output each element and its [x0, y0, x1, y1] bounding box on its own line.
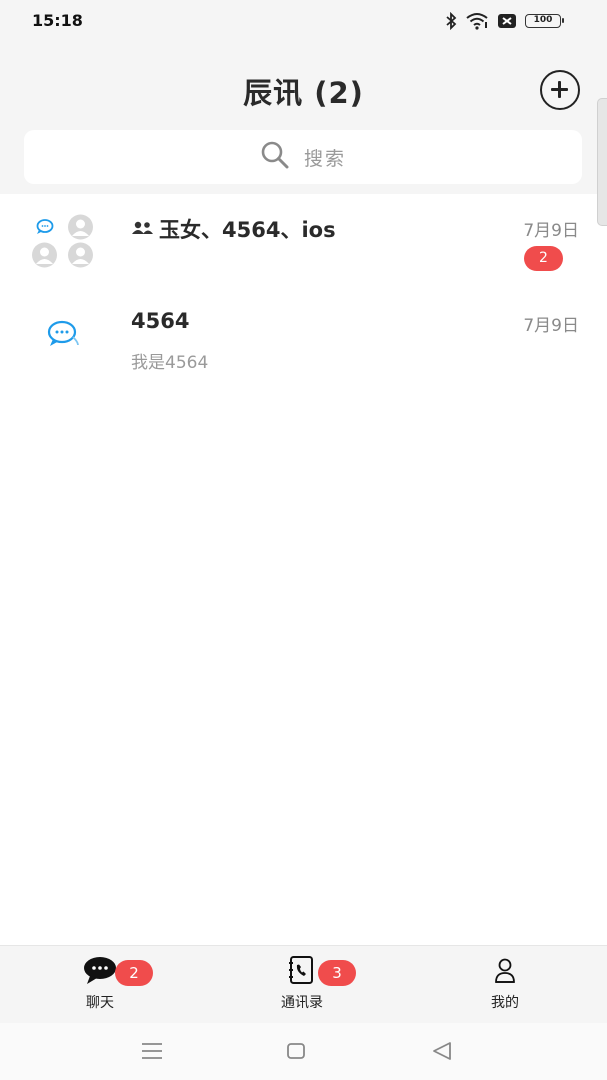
header: 辰讯 (2) 搜索 — [0, 44, 607, 194]
tab-badge: 2 — [115, 960, 153, 986]
conversation-name: 4564 — [131, 309, 189, 333]
avatar — [28, 309, 98, 364]
conversation-time: 7月9日 — [523, 316, 579, 336]
person-icon — [28, 242, 61, 268]
conversation-name-text: 玉女、4564、ios — [159, 218, 336, 242]
group-icon — [131, 217, 155, 241]
search-icon — [260, 140, 290, 174]
back-icon[interactable] — [431, 1041, 453, 1065]
tab-contacts[interactable]: 3 通讯录 — [242, 946, 362, 1024]
conversation-time: 7月9日 — [523, 221, 579, 241]
conversation-item[interactable]: 玉女、4564、ios 7月9日 2 — [0, 194, 607, 289]
person-icon — [487, 956, 523, 986]
group-avatar — [28, 214, 98, 269]
wifi-icon — [465, 12, 489, 30]
home-icon[interactable] — [286, 1041, 306, 1065]
page-title: 辰讯 (2) — [243, 76, 364, 110]
chat-bubble-icon — [82, 956, 118, 986]
tab-chat[interactable]: 2 聊天 — [40, 946, 160, 1024]
status-bar: 15:18 100 — [0, 0, 607, 44]
status-icons: 100 — [445, 11, 564, 31]
battery-icon: 100 — [525, 14, 564, 28]
status-time: 15:18 — [32, 11, 83, 30]
search-bar[interactable]: 搜索 — [24, 130, 582, 184]
chat-bubble-icon — [28, 214, 61, 240]
chat-bubble-icon — [42, 317, 82, 355]
conversation-list: 玉女、4564、ios 7月9日 2 4564 7月9日 我是4564 — [0, 194, 607, 384]
conversation-preview: 我是4564 — [131, 353, 209, 373]
conversation-name: 玉女、4564、ios — [131, 214, 336, 244]
system-navigation-bar — [0, 1023, 607, 1080]
plus-circle-icon[interactable] — [540, 70, 580, 110]
contacts-book-icon — [284, 956, 320, 986]
search-placeholder: 搜索 — [303, 147, 346, 170]
menu-icon[interactable] — [141, 1041, 163, 1065]
person-icon — [64, 214, 97, 240]
person-icon — [64, 242, 97, 268]
unread-badge: 2 — [524, 246, 563, 271]
notification-icon — [497, 13, 517, 29]
tab-label: 我的 — [491, 995, 519, 1011]
bottom-tab-bar: 2 聊天 3 通讯录 我的 — [0, 945, 607, 1023]
tab-me[interactable]: 我的 — [445, 946, 565, 1024]
bluetooth-icon — [445, 12, 457, 30]
conversation-item[interactable]: 4564 7月9日 我是4564 — [0, 289, 607, 384]
tab-badge: 3 — [318, 960, 356, 986]
tab-label: 聊天 — [86, 995, 114, 1011]
conversation-name-text: 4564 — [131, 309, 190, 333]
tab-label: 通讯录 — [281, 995, 323, 1011]
